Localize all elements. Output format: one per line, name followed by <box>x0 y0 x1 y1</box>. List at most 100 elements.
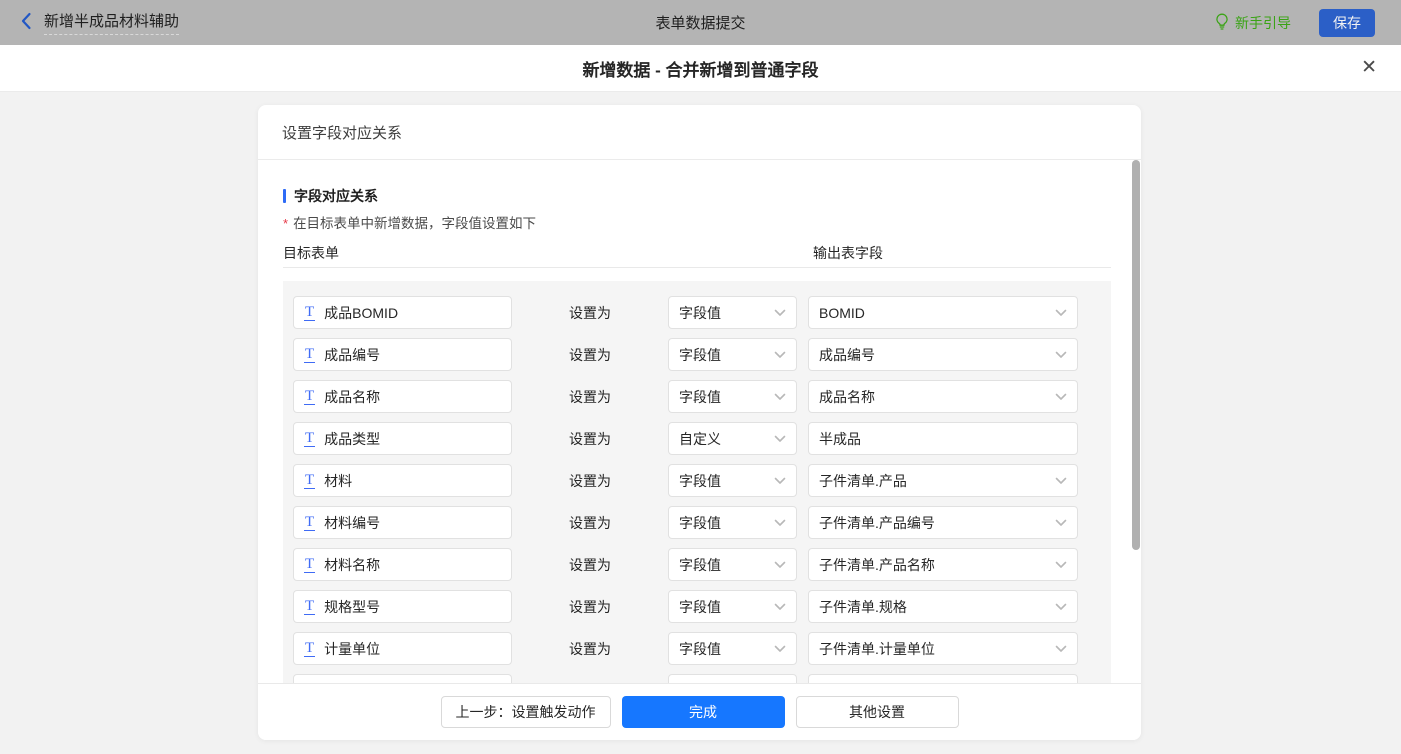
value-mode-select[interactable]: 字段值 <box>668 632 797 665</box>
output-field-label: 子件清单.产品名称 <box>819 556 935 573</box>
save-button[interactable]: 保存 <box>1319 8 1375 37</box>
set-as-label: 设置为 <box>569 430 611 447</box>
chevron-down-icon <box>774 645 786 653</box>
chevron-down-icon <box>774 519 786 527</box>
chevron-down-icon <box>774 393 786 401</box>
target-field-label: 规格型号 <box>324 598 381 615</box>
output-field-label: 子件清单.计量单位 <box>819 640 935 657</box>
custom-value-input[interactable] <box>808 674 1078 683</box>
single-line-text-icon: T <box>304 429 316 447</box>
output-field-select[interactable]: 子件清单.产品编号 <box>808 506 1078 539</box>
output-field-select[interactable]: 子件清单.规格 <box>808 590 1078 623</box>
target-field-box[interactable]: T 规格型号 <box>293 590 512 623</box>
target-field-box[interactable]: T <box>293 674 512 683</box>
column-output-field-label: 输出表字段 <box>813 245 883 261</box>
target-field-box[interactable]: T 成品类型 <box>293 422 512 455</box>
set-as-label: 设置为 <box>569 472 611 489</box>
target-field-box[interactable]: T 成品BOMID <box>293 296 512 329</box>
value-mode-select[interactable]: 字段值 <box>668 380 797 413</box>
single-line-text-icon: T <box>304 597 316 615</box>
output-field-label: 成品名称 <box>819 388 875 405</box>
modal-header: 新增数据 - 合并新增到普通字段 ✕ <box>0 45 1401 92</box>
columns-divider <box>283 267 1111 268</box>
value-mode-label: 字段值 <box>679 472 721 489</box>
value-mode-select[interactable]: 自定义 <box>668 422 797 455</box>
required-note-text: 在目标表单中新增数据，字段值设置如下 <box>293 216 537 231</box>
chevron-down-icon <box>1055 477 1067 485</box>
field-mapping-row: T 成品编号 设置为 字段值 成品编号 <box>293 338 1111 371</box>
chevron-down-icon <box>1055 351 1067 359</box>
field-mapping-row: T 材料 设置为 字段值 子件清单.产品 <box>293 464 1111 497</box>
value-mode-label: 字段值 <box>679 514 721 531</box>
output-field-select[interactable]: 子件清单.计量单位 <box>808 632 1078 665</box>
target-field-label: 成品编号 <box>324 346 381 363</box>
value-mode-select[interactable] <box>668 674 797 683</box>
target-field-box[interactable]: T 成品名称 <box>293 380 512 413</box>
chevron-left-icon <box>20 12 32 33</box>
set-as-label: 设置为 <box>569 304 611 321</box>
target-field-box[interactable]: T 材料编号 <box>293 506 512 539</box>
chevron-down-icon <box>774 435 786 443</box>
field-mapping-row: T 材料名称 设置为 字段值 子件清单.产品名称 <box>293 548 1111 581</box>
required-note: * 在目标表单中新增数据，字段值设置如下 <box>283 212 536 232</box>
output-field-select[interactable]: 子件清单.产品名称 <box>808 548 1078 581</box>
single-line-text-icon: T <box>304 471 316 489</box>
target-field-label: 材料编号 <box>324 514 381 531</box>
output-field-label: 子件清单.产品 <box>819 472 907 489</box>
chevron-down-icon <box>774 561 786 569</box>
output-field-label: 子件清单.产品编号 <box>819 514 935 531</box>
value-mode-select[interactable]: 字段值 <box>668 338 797 371</box>
value-mode-select[interactable]: 字段值 <box>668 296 797 329</box>
set-as-label: 设置为 <box>569 346 611 363</box>
output-field-label: BOMID <box>819 304 865 321</box>
column-target-form-label: 目标表单 <box>283 245 339 261</box>
target-field-label: 成品类型 <box>324 430 381 447</box>
field-mapping-row: T 计量单位 设置为 字段值 子件清单.计量单位 <box>293 632 1111 665</box>
value-mode-label: 字段值 <box>679 556 721 573</box>
value-mode-select[interactable]: 字段值 <box>668 590 797 623</box>
target-field-box[interactable]: T 计量单位 <box>293 632 512 665</box>
value-mode-select[interactable]: 字段值 <box>668 548 797 581</box>
other-settings-button[interactable]: 其他设置 <box>795 696 959 728</box>
value-mode-select[interactable]: 字段值 <box>668 464 797 497</box>
output-field-select[interactable]: 子件清单.产品 <box>808 464 1078 497</box>
output-field-select[interactable]: 成品编号 <box>808 338 1078 371</box>
chevron-down-icon <box>1055 561 1067 569</box>
beginner-guide-link[interactable]: 新手引导 <box>1215 13 1291 33</box>
field-mapping-row: T 成品名称 设置为 字段值 成品名称 <box>293 380 1111 413</box>
topbar-center-title: 表单数据提交 <box>655 15 746 32</box>
topbar: 新增半成品材料辅助 表单数据提交 新手引导 保存 <box>0 0 1401 45</box>
single-line-text-icon: T <box>304 513 316 531</box>
chevron-down-icon <box>774 477 786 485</box>
field-mapping-row: T 材料编号 设置为 字段值 子件清单.产品编号 <box>293 506 1111 539</box>
value-mode-label: 字段值 <box>679 346 721 363</box>
modal-title: 新增数据 - 合并新增到普通字段 <box>582 60 819 80</box>
target-field-box[interactable]: T 材料 <box>293 464 512 497</box>
card-footer: 上一步：设置触发动作 完成 其他设置 <box>258 683 1141 740</box>
beginner-guide-label: 新手引导 <box>1235 14 1291 31</box>
value-mode-label: 字段值 <box>679 304 721 321</box>
value-mode-label: 字段值 <box>679 640 721 657</box>
vertical-scrollbar-thumb[interactable] <box>1132 160 1140 550</box>
close-icon[interactable]: ✕ <box>1361 58 1377 78</box>
target-field-box[interactable]: T 成品编号 <box>293 338 512 371</box>
output-field-select[interactable]: 成品名称 <box>808 380 1078 413</box>
value-mode-label: 字段值 <box>679 598 721 615</box>
custom-value-input[interactable]: 半成品 <box>808 422 1078 455</box>
single-line-text-icon: T <box>304 345 316 363</box>
output-field-label: 成品编号 <box>819 346 875 363</box>
done-button[interactable]: 完成 <box>621 696 785 728</box>
output-field-select[interactable]: BOMID <box>808 296 1078 329</box>
chevron-down-icon <box>774 309 786 317</box>
app-title[interactable]: 新增半成品材料辅助 <box>44 10 180 35</box>
chevron-down-icon <box>1055 309 1067 317</box>
chevron-down-icon <box>1055 645 1067 653</box>
card-header: 设置字段对应关系 <box>258 105 1141 160</box>
value-mode-label: 自定义 <box>679 430 721 447</box>
section-title: 字段对应关系 <box>283 186 378 206</box>
target-field-box[interactable]: T 材料名称 <box>293 548 512 581</box>
previous-step-button[interactable]: 上一步：设置触发动作 <box>440 696 611 728</box>
value-mode-select[interactable]: 字段值 <box>668 506 797 539</box>
chevron-down-icon <box>1055 393 1067 401</box>
back-button[interactable] <box>20 12 32 33</box>
